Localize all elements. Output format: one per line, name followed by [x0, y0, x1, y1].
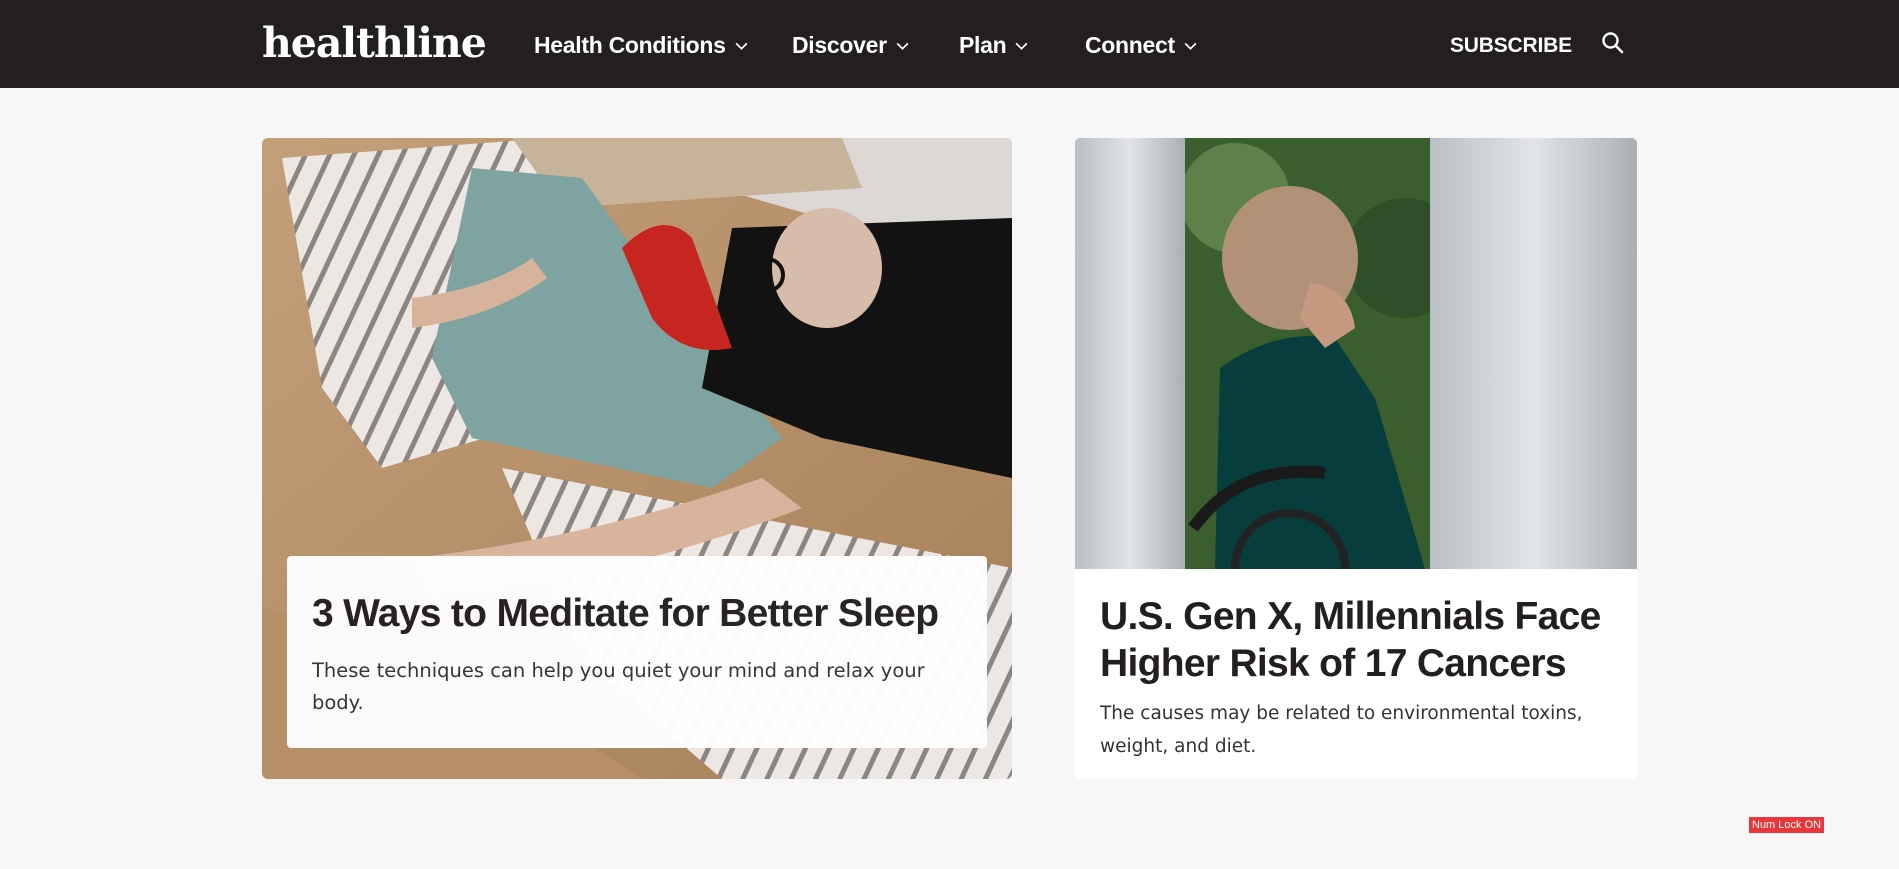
nav-health-conditions[interactable]: Health Conditions	[534, 30, 749, 60]
healthline-logo[interactable]: healthline	[262, 18, 487, 68]
chevron-down-icon	[896, 42, 909, 50]
nav-label: Discover	[792, 32, 887, 58]
chevron-down-icon	[1015, 42, 1028, 50]
chevron-down-icon	[1184, 42, 1197, 50]
article-headline[interactable]: 3 Ways to Meditate for Better Sleep	[312, 590, 962, 637]
search-icon[interactable]	[1600, 30, 1626, 56]
num-lock-indicator: Num Lock ON	[1749, 817, 1825, 833]
nav-connect[interactable]: Connect	[1085, 30, 1198, 60]
article-description: These techniques can help you quiet your…	[312, 659, 925, 714]
nav-plan[interactable]: Plan	[959, 30, 1029, 60]
article-card-meditate-sleep[interactable]: 3 Ways to Meditate for Better Sleep Thes…	[262, 138, 1012, 779]
article-description: The causes may be related to environment…	[1100, 703, 1583, 757]
nav-label: Connect	[1085, 32, 1175, 58]
article-image-person-in-wheelchair[interactable]	[1075, 138, 1637, 569]
nav-label: Plan	[959, 32, 1007, 58]
article-card-cancer-risk[interactable]: U.S. Gen X, Millennials Face Higher Risk…	[1075, 138, 1637, 779]
nav-label: Health Conditions	[534, 32, 726, 58]
article-headline[interactable]: U.S. Gen X, Millennials Face Higher Risk…	[1100, 593, 1620, 687]
top-navigation-bar: healthline Health Conditions Discover Pl…	[0, 0, 1899, 88]
article-card-text-panel: 3 Ways to Meditate for Better Sleep Thes…	[287, 556, 987, 748]
nav-discover[interactable]: Discover	[792, 30, 910, 60]
subscribe-link[interactable]: SUBSCRIBE	[1450, 32, 1572, 60]
chevron-down-icon	[735, 42, 748, 50]
